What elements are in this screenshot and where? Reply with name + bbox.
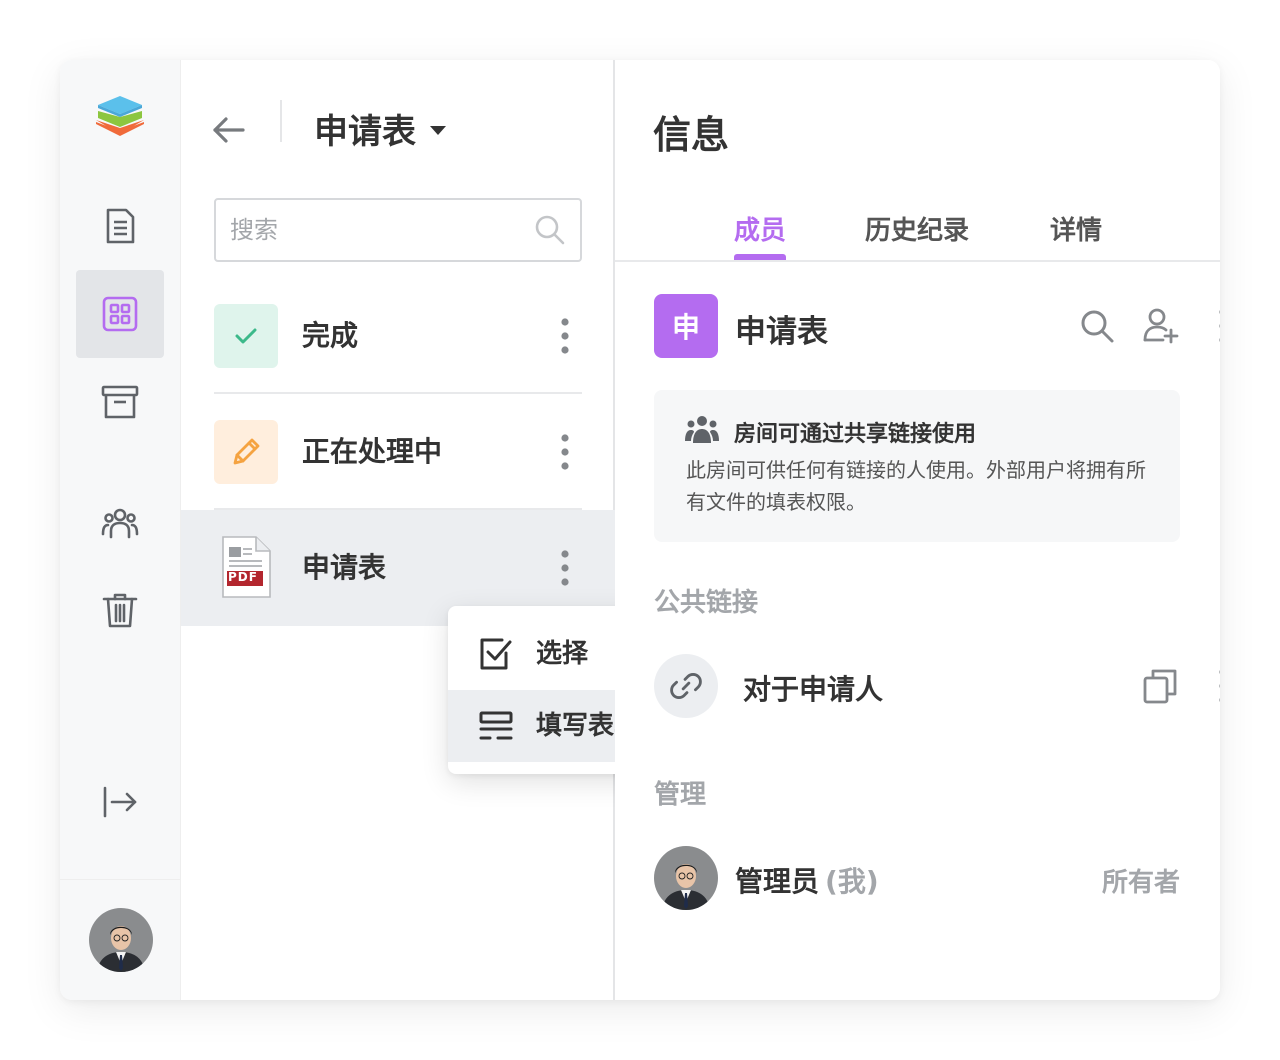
file-name: 正在处理中 [302, 435, 443, 468]
share-link-notice: 房间可通过共享链接使用 此房间可供任何有链接的人使用。外部用户将拥有所有文件的填… [654, 390, 1180, 542]
documents-nav-button[interactable] [76, 182, 164, 270]
file-list-panel: 申请表 完成 [181, 60, 694, 1000]
back-arrow-icon[interactable] [209, 110, 249, 150]
file-name: 完成 [302, 319, 359, 352]
more-vertical-icon[interactable] [555, 434, 575, 470]
tab-members[interactable]: 成员 [734, 210, 786, 247]
info-panel-title: 信息 [653, 113, 730, 157]
pdf-file-icon: PDF [216, 532, 276, 602]
member-avatar [654, 846, 718, 910]
user-avatar[interactable] [88, 908, 153, 972]
room-title-dropdown[interactable]: 申请表 [314, 104, 446, 153]
room-name: 申请表 [735, 314, 828, 350]
document-icon [106, 208, 135, 244]
pencil-icon [214, 420, 278, 484]
user-profile-area [60, 879, 181, 1000]
notice-title: 房间可通过共享链接使用 [734, 422, 977, 447]
public-links-heading: 公共链接 [654, 588, 759, 618]
rooms-nav-button[interactable] [76, 270, 164, 358]
tab-history[interactable]: 历史纪录 [865, 210, 969, 247]
menu-item-label: 选择 [536, 639, 589, 669]
check-icon [214, 304, 278, 368]
file-name: 申请表 [302, 551, 387, 584]
people-group-icon [685, 416, 719, 443]
archive-icon [101, 385, 139, 419]
app-logo-icon[interactable] [94, 94, 146, 146]
member-name-text: 管理员 [735, 865, 820, 898]
trash-icon [102, 593, 138, 628]
more-vertical-icon[interactable] [1213, 666, 1220, 706]
file-row-in-progress[interactable]: 正在处理中 [181, 394, 615, 510]
pdf-label: PDF [228, 570, 258, 584]
contacts-nav-button[interactable] [76, 480, 164, 568]
search-icon[interactable] [1077, 306, 1117, 346]
link-name: 对于申请人 [743, 673, 884, 706]
header-divider [280, 100, 282, 142]
search-box [214, 198, 582, 262]
app-window: 申请表 完成 [60, 60, 1220, 1000]
more-vertical-icon[interactable] [555, 550, 575, 586]
add-user-icon[interactable] [1141, 306, 1181, 346]
trash-nav-button[interactable] [76, 566, 164, 654]
form-fill-icon [479, 711, 513, 740]
file-row-done[interactable]: 完成 [181, 278, 615, 394]
search-icon[interactable] [534, 214, 566, 246]
more-vertical-icon[interactable] [1213, 306, 1220, 346]
people-icon [101, 508, 139, 539]
tab-details[interactable]: 详情 [1050, 210, 1102, 247]
logout-button[interactable] [76, 758, 164, 846]
member-role: 所有者 [1101, 868, 1180, 898]
logout-arrow-icon [103, 786, 137, 818]
caret-down-icon [430, 126, 446, 135]
sidebar-rail [60, 60, 181, 1000]
member-me-tag: (我) [825, 865, 879, 898]
archive-nav-button[interactable] [76, 358, 164, 446]
rooms-grid-icon [102, 296, 138, 332]
link-icon [654, 654, 718, 718]
search-input[interactable] [230, 200, 530, 260]
checkbox-icon [480, 638, 512, 670]
admin-heading: 管理 [654, 780, 707, 810]
more-vertical-icon[interactable] [555, 318, 575, 354]
panel-header: 申请表 [181, 100, 615, 160]
info-panel: 信息 成员 历史纪录 详情 申 申请表 房间可通过共享链接使用 此房间可供任何有… [615, 60, 1220, 1000]
notice-text: 此房间可供任何有链接的人使用。外部用户将拥有所有文件的填表权限。 [686, 458, 1146, 514]
active-tab-indicator [734, 254, 786, 260]
room-icon: 申 [654, 294, 718, 358]
member-name: 管理员 (我) [735, 860, 879, 900]
room-title: 申请表 [314, 112, 416, 152]
copy-icon[interactable] [1141, 666, 1181, 706]
info-tabs: 成员 历史纪录 详情 [615, 200, 1220, 262]
